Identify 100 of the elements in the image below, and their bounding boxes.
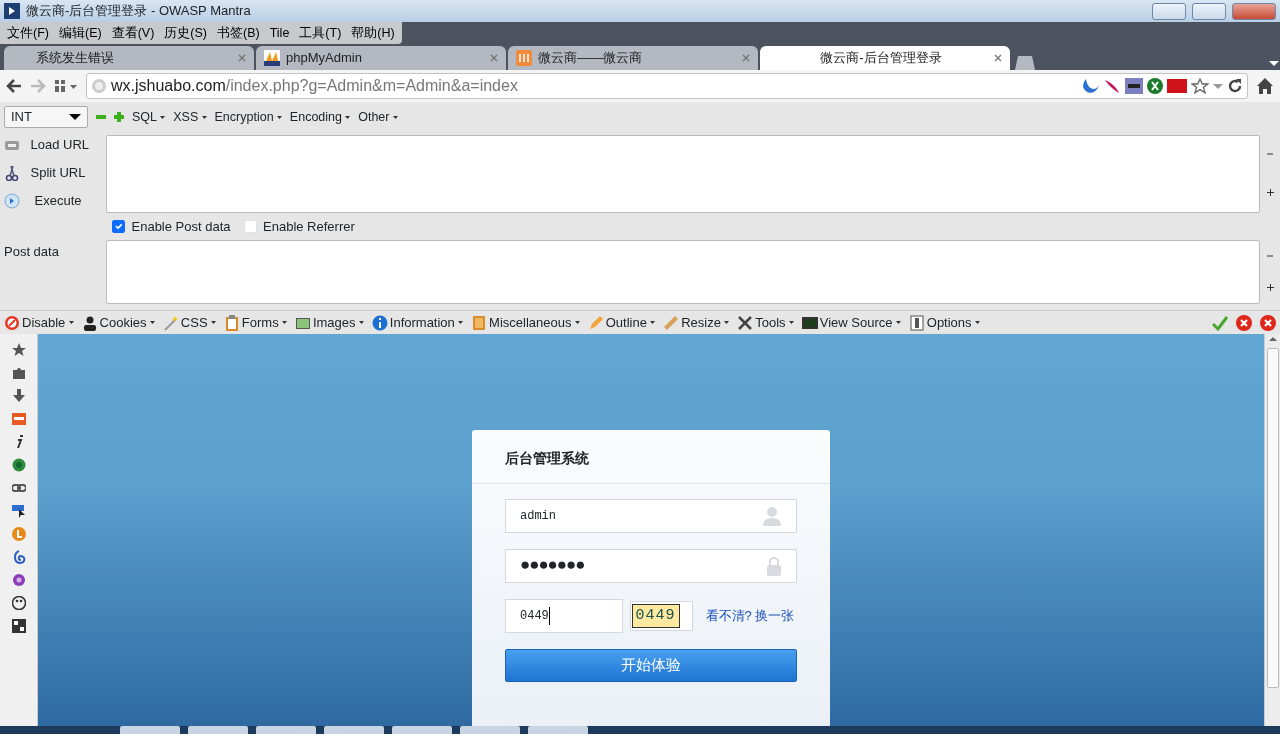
plus-icon[interactable]	[1266, 189, 1274, 197]
menu-link[interactable]: XSS	[173, 107, 207, 127]
wand-icon	[162, 314, 179, 331]
menu-item[interactable]: 帮助(H)	[346, 22, 400, 44]
password-field[interactable]: ●●●●●●●	[505, 549, 797, 583]
scroll-up-icon[interactable]	[1267, 334, 1278, 344]
checkbox[interactable]	[112, 219, 125, 233]
grid-icon[interactable]	[54, 78, 78, 94]
toolbar-menu[interactable]: Outline	[605, 312, 656, 333]
scrollbar-thumb[interactable]	[1266, 348, 1279, 688]
captcha-image[interactable]: 0449	[631, 603, 680, 629]
menu-link[interactable]: Encoding	[289, 107, 351, 127]
flag-icon	[1167, 79, 1187, 93]
panel-title: 后台管理系统	[472, 430, 830, 484]
action-button[interactable]: Execute	[26, 190, 82, 211]
info-icon	[371, 314, 388, 331]
minimize-button[interactable]	[1152, 2, 1186, 20]
ruler-icon	[663, 314, 680, 331]
close-icon[interactable]	[238, 54, 246, 62]
close-icon[interactable]	[742, 54, 750, 62]
menu-item[interactable]: Tile	[264, 22, 295, 44]
restore-button[interactable]	[1192, 2, 1226, 20]
menu-item[interactable]: 文件(F)	[2, 22, 54, 44]
close-icon[interactable]	[1236, 314, 1252, 331]
username-field[interactable]: admin	[505, 499, 797, 533]
qr-icon[interactable]	[11, 619, 26, 633]
burst-icon[interactable]	[11, 573, 26, 587]
action-button[interactable]: Split URL	[26, 162, 86, 183]
download-icon[interactable]	[11, 389, 26, 403]
option-label: Enable Post data	[131, 217, 231, 236]
menu-link[interactable]: Encryption	[214, 107, 282, 127]
caret-icon	[276, 115, 282, 119]
menu-item[interactable]: 历史(S)	[159, 22, 212, 44]
toolbar-menu[interactable]: CSS	[180, 312, 216, 333]
caret-icon	[68, 321, 74, 324]
pencil-icon	[587, 314, 604, 331]
caret-icon	[210, 321, 216, 324]
caret-icon	[149, 321, 155, 324]
badge-icon[interactable]	[11, 412, 26, 426]
globe-icon	[91, 78, 107, 94]
user-icon	[762, 506, 782, 526]
x-circle-icon	[1147, 78, 1163, 94]
close-icon[interactable]	[1260, 314, 1276, 331]
play-icon[interactable]	[4, 192, 20, 209]
star-icon[interactable]	[11, 343, 26, 357]
site-icon	[516, 50, 532, 66]
toolbar-menu[interactable]: Options	[926, 312, 980, 333]
toolbar-menu[interactable]: View Source	[819, 312, 901, 333]
app-icon	[4, 3, 20, 19]
url-text: wx.jshuabo.com/index.php?g=Admin&m=Admin&a=index	[111, 76, 519, 96]
new-tab-icon[interactable]	[1012, 54, 1036, 70]
toolbar-menu[interactable]: Miscellaneous	[489, 312, 580, 333]
terminal-icon	[801, 314, 818, 331]
tab-label: phpMyAdmin	[286, 49, 363, 68]
submit-button[interactable]: 开始体验	[505, 649, 797, 682]
captcha-field[interactable]: 0449	[505, 599, 623, 633]
plus-icon[interactable]	[1266, 284, 1274, 292]
toolbar-menu[interactable]: Images	[312, 312, 364, 333]
option-label: Enable Referrer	[263, 217, 355, 236]
scissors-icon[interactable]	[4, 164, 20, 181]
menu-item[interactable]: 书签(B)	[212, 22, 265, 44]
puzzle-icon[interactable]	[11, 366, 26, 380]
toolbar-menu[interactable]: Forms	[241, 312, 287, 333]
minus-icon[interactable]	[1266, 252, 1273, 259]
menu-link[interactable]: Other	[358, 107, 398, 127]
toolbar-menu[interactable]: Resize	[681, 312, 730, 333]
caret-icon	[974, 321, 980, 324]
caret-icon	[895, 321, 901, 324]
caret-icon	[724, 321, 730, 324]
browser-tab[interactable]: 微云商-后台管理登录	[760, 46, 1010, 70]
action-button[interactable]: Load URL	[26, 134, 90, 155]
close-button[interactable]	[1232, 2, 1276, 20]
browser-tab[interactable]: 系统发生错误	[4, 46, 254, 70]
toolbar-menu[interactable]: Cookies	[99, 312, 155, 333]
back-icon[interactable]	[6, 78, 22, 94]
globe-icon[interactable]	[11, 458, 26, 472]
browser-tab[interactable]: 微云商——微云商	[508, 46, 758, 70]
browser-tab[interactable]: phpMyAdmin	[256, 46, 506, 70]
close-icon[interactable]	[994, 54, 1002, 62]
check-icon[interactable]	[1212, 314, 1228, 331]
home-icon[interactable]	[1256, 77, 1274, 95]
menu-link[interactable]: SQL	[132, 107, 166, 127]
minus-icon[interactable]	[96, 112, 106, 122]
feather-icon	[1103, 78, 1121, 94]
close-icon[interactable]	[490, 54, 498, 62]
toolbar-menu[interactable]: Information	[389, 312, 464, 333]
address-field[interactable]: wx.jshuabo.com/index.php?g=Admin&m=Admin&a=index	[86, 73, 1248, 99]
menu-item[interactable]: 工具(T)	[294, 22, 347, 44]
minus-icon[interactable]	[1266, 150, 1273, 157]
menu-item[interactable]: 编辑(E)	[53, 22, 107, 44]
type-dropdown[interactable]: INT	[4, 106, 88, 128]
caret-icon	[358, 321, 364, 324]
reload-icon[interactable]	[1227, 78, 1243, 94]
toolbar-menu[interactable]: Tools	[755, 312, 794, 333]
star-icon[interactable]	[1191, 78, 1209, 94]
chain-icon[interactable]	[11, 481, 26, 495]
refresh-link[interactable]: 看不清? 换一张	[705, 606, 795, 626]
cursor-icon[interactable]	[11, 504, 26, 518]
menu-item[interactable]: 查看(V)	[106, 22, 160, 44]
toolbar-menu[interactable]: Disable	[22, 312, 74, 333]
